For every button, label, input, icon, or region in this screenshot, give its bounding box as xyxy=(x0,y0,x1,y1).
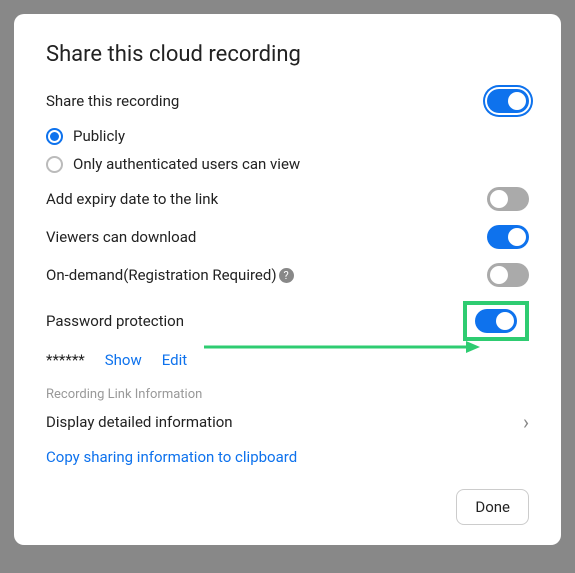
ondemand-toggle[interactable] xyxy=(487,263,529,287)
share-recording-modal: Share this cloud recording Share this re… xyxy=(14,14,561,545)
share-visibility-radios: Publicly Only authenticated users can vi… xyxy=(46,127,529,173)
chevron-right-icon: › xyxy=(523,410,529,434)
password-toggle[interactable] xyxy=(475,309,517,333)
password-row: Password protection xyxy=(46,301,529,341)
download-row: Viewers can download xyxy=(46,225,529,249)
download-label: Viewers can download xyxy=(46,228,196,246)
radio-authenticated[interactable]: Only authenticated users can view xyxy=(46,155,529,173)
radio-publicly[interactable]: Publicly xyxy=(46,127,529,145)
radio-icon xyxy=(46,128,63,145)
modal-title: Share this cloud recording xyxy=(46,42,529,67)
help-icon[interactable]: ? xyxy=(279,268,294,283)
radio-icon xyxy=(46,156,63,173)
password-label: Password protection xyxy=(46,312,184,330)
done-button[interactable]: Done xyxy=(456,489,529,525)
display-detail-row[interactable]: Display detailed information › xyxy=(46,410,529,434)
radio-publicly-label: Publicly xyxy=(73,127,125,145)
ondemand-text: On-demand(Registration Required) xyxy=(46,266,277,284)
edit-password-link[interactable]: Edit xyxy=(162,351,187,369)
share-recording-row: Share this recording xyxy=(46,89,529,113)
expiry-toggle[interactable] xyxy=(487,187,529,211)
download-toggle[interactable] xyxy=(487,225,529,249)
password-highlight xyxy=(463,301,529,341)
modal-footer: Done xyxy=(456,489,529,525)
show-password-link[interactable]: Show xyxy=(105,351,142,369)
ondemand-label: On-demand(Registration Required) ? xyxy=(46,266,294,284)
link-info-section-label: Recording Link Information xyxy=(46,387,529,402)
display-detail-label: Display detailed information xyxy=(46,413,233,431)
share-recording-toggle[interactable] xyxy=(487,89,529,113)
share-recording-label: Share this recording xyxy=(46,92,179,110)
radio-authenticated-label: Only authenticated users can view xyxy=(73,155,300,173)
expiry-row: Add expiry date to the link xyxy=(46,187,529,211)
expiry-label: Add expiry date to the link xyxy=(46,190,218,208)
password-mask: ****** xyxy=(46,351,85,369)
ondemand-row: On-demand(Registration Required) ? xyxy=(46,263,529,287)
copy-sharing-link[interactable]: Copy sharing information to clipboard xyxy=(46,448,529,466)
password-actions: ****** Show Edit xyxy=(46,351,529,369)
